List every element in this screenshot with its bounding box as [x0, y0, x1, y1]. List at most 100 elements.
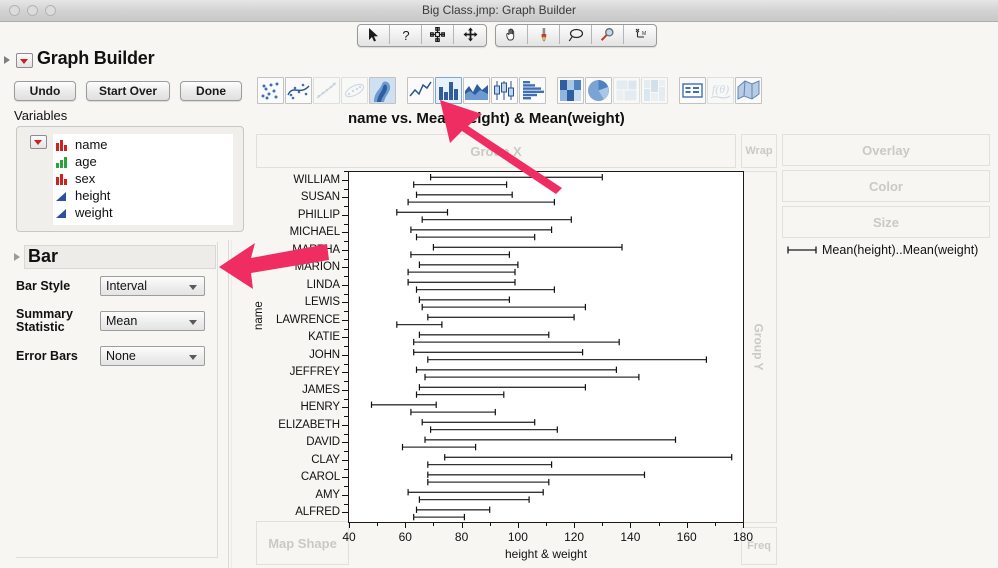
- box-plot-icon[interactable]: [491, 77, 518, 104]
- y-tick-label: PHILLIP: [297, 208, 340, 221]
- error-bars-value: None: [106, 349, 136, 363]
- bar-style-select[interactable]: Interval: [100, 276, 205, 296]
- smoother-icon[interactable]: [285, 77, 312, 104]
- view-tool-group: M: [495, 24, 657, 47]
- red-triangle-menu-icon[interactable]: [16, 53, 33, 68]
- chevron-down-icon: [189, 285, 197, 290]
- summary-statistic-select[interactable]: Mean: [100, 311, 205, 331]
- heatmap-icon[interactable]: [557, 77, 584, 104]
- y-tick-label: WILLIAM: [293, 173, 340, 186]
- y-tick-label: LEWIS: [304, 296, 340, 309]
- x-tick-label: 180: [732, 530, 754, 544]
- start-over-button[interactable]: Start Over: [86, 81, 171, 101]
- y-tick-label: CLAY: [311, 453, 340, 466]
- histogram-icon[interactable]: [519, 77, 546, 104]
- treemap-icon[interactable]: [613, 77, 640, 104]
- annotate-icon[interactable]: M: [624, 25, 656, 44]
- chart-title: name vs. Mean(height) & Mean(weight): [348, 110, 625, 127]
- dropzone-group-x[interactable]: Group X: [256, 134, 736, 168]
- x-tick-label: 40: [342, 530, 356, 544]
- arrow-cursor-icon[interactable]: [358, 25, 390, 44]
- page-title: Graph Builder: [37, 48, 155, 68]
- bar-panel-rows: Bar Style Interval Summary Statistic Mea…: [16, 276, 226, 376]
- variable-label: name: [75, 137, 108, 152]
- bar-style-label: Bar Style: [16, 278, 71, 293]
- magnifier-icon[interactable]: [592, 25, 624, 44]
- x-tick-mark: [574, 523, 576, 528]
- dropzone-wrap[interactable]: Wrap: [741, 134, 777, 168]
- undo-button[interactable]: Undo: [14, 81, 76, 101]
- error-bars-select[interactable]: None: [100, 346, 205, 366]
- dropzone-overlay[interactable]: Overlay: [782, 134, 990, 166]
- disclosure-triangle-icon[interactable]: [4, 56, 10, 64]
- x-tick-mark-minor: [489, 523, 491, 526]
- contour-icon[interactable]: [369, 77, 396, 104]
- continuous-blue-icon: [55, 189, 71, 202]
- lasso-icon[interactable]: [560, 25, 592, 44]
- dropzone-size[interactable]: Size: [782, 206, 990, 238]
- x-axis-title: height & weight: [504, 547, 588, 561]
- chevron-down-icon: [189, 355, 197, 360]
- x-tick-label: 120: [564, 530, 585, 544]
- tool-tray: ? M: [357, 24, 657, 47]
- variables-red-triangle-icon[interactable]: [30, 135, 47, 149]
- variable-item-height[interactable]: height: [55, 187, 233, 204]
- ordinal-green-icon: [55, 155, 71, 168]
- variable-label: height: [75, 188, 111, 203]
- x-tick-mark: [630, 523, 632, 528]
- bar-panel-header: Bar: [14, 245, 216, 269]
- done-button[interactable]: Done: [180, 81, 243, 101]
- variables-list[interactable]: name age sex height weight: [53, 134, 233, 225]
- y-tick-label: ELIZABETH: [278, 418, 340, 431]
- dropzone-color[interactable]: Color: [782, 170, 990, 202]
- svg-text:f(θ): f(θ): [712, 82, 729, 96]
- x-tick-label: 160: [676, 530, 697, 544]
- map-shapes-icon[interactable]: [735, 77, 762, 104]
- nominal-red-icon: [55, 172, 71, 185]
- variable-item-sex[interactable]: sex: [55, 170, 233, 187]
- ellipse-icon[interactable]: [341, 77, 368, 104]
- variable-item-name[interactable]: name: [55, 136, 233, 153]
- y-tick-label: SUSAN: [300, 191, 340, 204]
- dropzone-map-shape[interactable]: Map Shape: [256, 521, 349, 565]
- y-tick-label: JEFFREY: [289, 366, 341, 379]
- x-tick-mark: [686, 523, 688, 528]
- chevron-down-icon: [189, 320, 197, 325]
- x-tick-mark-minor: [546, 523, 547, 526]
- variable-label: weight: [75, 205, 113, 220]
- graph-type-toolbar: f(θ): [257, 77, 763, 104]
- bar-panel-title: Bar: [28, 246, 59, 266]
- y-tick-label: ALFRED: [295, 506, 340, 519]
- move-icon[interactable]: [454, 25, 486, 44]
- bar-panel-disclosure-icon[interactable]: [14, 253, 20, 261]
- x-tick-mark: [743, 523, 744, 528]
- x-tick-mark-minor: [433, 523, 435, 526]
- formula-icon[interactable]: f(θ): [707, 77, 734, 104]
- dropzone-group-y[interactable]: Group Y: [741, 171, 777, 523]
- x-tick-label: 60: [398, 530, 412, 544]
- summary-statistic-label-line1: Summary: [16, 306, 73, 321]
- variable-item-weight[interactable]: weight: [55, 204, 233, 221]
- x-tick-mark-minor: [714, 523, 716, 526]
- caption-box-icon[interactable]: [679, 77, 706, 104]
- nominal-red-icon: [55, 138, 71, 151]
- line-of-fit-icon[interactable]: [313, 77, 340, 104]
- points-icon[interactable]: [257, 77, 284, 104]
- mosaic-icon[interactable]: [641, 77, 668, 104]
- crosshair-icon[interactable]: [422, 25, 454, 44]
- y-tick-label: CAROL: [300, 471, 340, 484]
- pie-icon[interactable]: [585, 77, 612, 104]
- bar-icon[interactable]: [435, 77, 462, 104]
- hand-icon[interactable]: [496, 25, 528, 44]
- variable-item-age[interactable]: age: [55, 153, 233, 170]
- brush-icon[interactable]: [528, 25, 560, 44]
- x-tick-mark-minor: [658, 523, 660, 526]
- variable-label: sex: [75, 171, 96, 186]
- x-tick-mark: [349, 523, 350, 528]
- plot-area[interactable]: [348, 171, 744, 523]
- area-icon[interactable]: [463, 77, 490, 104]
- action-button-row: Undo Start Over Done: [14, 81, 243, 101]
- question-mark-icon[interactable]: ?: [390, 25, 422, 44]
- svg-text:?: ?: [402, 28, 409, 42]
- line-icon[interactable]: [407, 77, 434, 104]
